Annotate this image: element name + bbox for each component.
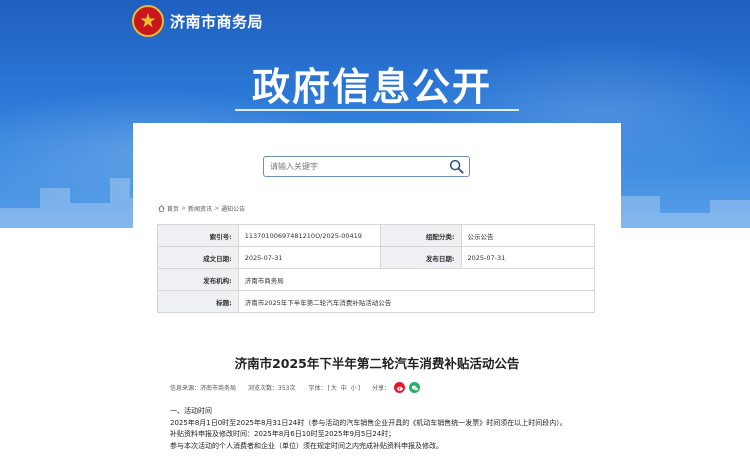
font-size-label: 字体： bbox=[308, 385, 327, 392]
site-logo[interactable]: 济南市商务局 bbox=[132, 4, 263, 38]
share-label: 分享： bbox=[372, 385, 391, 392]
breadcrumb-news[interactable]: 新闻资讯 bbox=[188, 204, 212, 213]
article-source: 信息来源：济南市商务局 bbox=[170, 385, 237, 392]
breadcrumb-home[interactable]: 首页 bbox=[167, 204, 179, 213]
article-body: 一、活动时间 2025年8月1日0时至2025年8月31日24时（参与活动的汽车… bbox=[157, 406, 597, 452]
search-input[interactable] bbox=[270, 159, 440, 174]
table-row: 成文日期: 2025-07-31 发布日期: 2025-07-31 bbox=[157, 246, 596, 269]
search-icon bbox=[449, 159, 464, 174]
title-value: 济南市2025年下半年第二轮汽车消费补贴活动公告 bbox=[237, 290, 596, 313]
created-date-label: 成文日期: bbox=[157, 246, 239, 269]
table-row: 标题: 济南市2025年下半年第二轮汽车消费补贴活动公告 bbox=[157, 290, 596, 313]
index-value: 11370100697481210O/2025-00419 bbox=[237, 224, 381, 247]
font-size-selector: 字体：[大 中 小] bbox=[308, 385, 361, 392]
search-button[interactable] bbox=[447, 158, 465, 175]
wechat-icon[interactable] bbox=[409, 382, 421, 393]
font-size-medium[interactable]: 中 bbox=[341, 385, 347, 392]
article-info-bar: 信息来源：济南市商务局 浏览次数：353次 字体：[大 中 小] 分享： bbox=[170, 382, 421, 393]
document-meta-table: 索引号: 11370100697481210O/2025-00419 组配分类:… bbox=[157, 224, 596, 313]
paragraph: 参与本次活动的个人消费者和企业（单位）须在规定时间之内完成补贴资料申报及修改。 bbox=[170, 441, 443, 450]
paragraph: 2025年8月1日0时至2025年8月31日24时（参与活动的汽车销售企业开具的… bbox=[170, 418, 567, 427]
national-emblem-icon bbox=[132, 5, 164, 37]
created-date-value: 2025-07-31 bbox=[237, 246, 381, 269]
font-size-large[interactable]: 大 bbox=[331, 385, 337, 392]
banner-underline bbox=[235, 109, 519, 111]
breadcrumb-separator: > bbox=[214, 205, 220, 212]
content-panel: 首页 > 新闻资讯 > 通知公告 索引号: 11370100697481210O… bbox=[133, 123, 621, 469]
table-row: 索引号: 11370100697481210O/2025-00419 组配分类:… bbox=[157, 224, 596, 247]
weibo-icon[interactable] bbox=[394, 382, 406, 393]
category-label: 组配分类: bbox=[379, 224, 462, 247]
font-size-small[interactable]: 小 bbox=[351, 385, 357, 392]
section-heading: 一、活动时间 bbox=[170, 407, 212, 415]
issuer-label: 发布机构: bbox=[157, 268, 239, 291]
article-views: 浏览次数：353次 bbox=[248, 385, 296, 392]
published-date-label: 发布日期: bbox=[379, 246, 462, 269]
site-name: 济南市商务局 bbox=[170, 12, 264, 31]
index-label: 索引号: bbox=[157, 224, 239, 247]
search-box bbox=[263, 156, 470, 177]
share-bar: 分享： bbox=[372, 382, 421, 393]
article-title: 济南市2025年下半年第二轮汽车消费补贴活动公告 bbox=[234, 356, 520, 371]
home-icon bbox=[158, 205, 165, 212]
breadcrumb: 首页 > 新闻资讯 > 通知公告 bbox=[158, 204, 245, 213]
issuer-value: 济南市商务局 bbox=[237, 268, 596, 291]
breadcrumb-notice[interactable]: 通知公告 bbox=[221, 204, 245, 213]
published-date-value: 2025-07-31 bbox=[460, 246, 596, 269]
category-value: 公示公告 bbox=[460, 224, 596, 247]
title-label: 标题: bbox=[157, 290, 239, 313]
banner-title: 政府信息公开 bbox=[252, 65, 493, 109]
paragraph: 补贴资料申报及修改时间：2025年8月6日10时至2025年9月5日24时； bbox=[170, 430, 396, 438]
table-row: 发布机构: 济南市商务局 bbox=[157, 268, 596, 291]
breadcrumb-separator: > bbox=[181, 205, 187, 212]
